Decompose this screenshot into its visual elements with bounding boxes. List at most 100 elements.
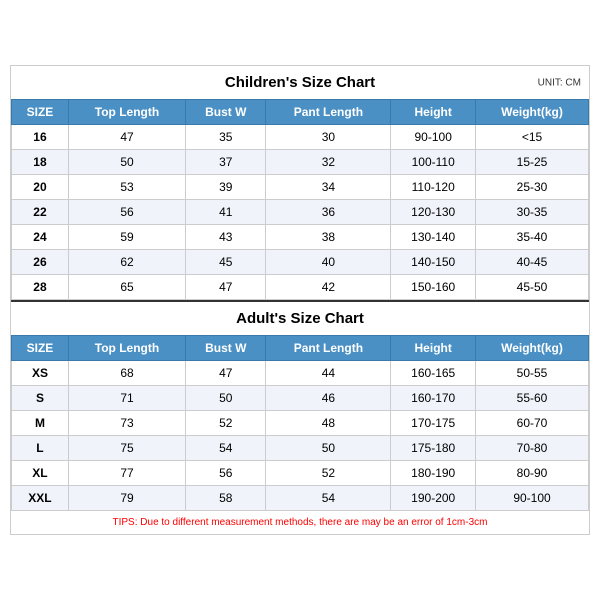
- table-cell: 28: [12, 275, 69, 300]
- table-row: XXL795854190-20090-100: [12, 486, 589, 511]
- table-cell: 73: [68, 411, 185, 436]
- col-header-bustw-adult: Bust W: [186, 336, 266, 361]
- table-cell: XS: [12, 361, 69, 386]
- col-header-bustw-children: Bust W: [186, 100, 266, 125]
- table-cell: 170-175: [391, 411, 476, 436]
- table-row: 26624540140-15040-45: [12, 250, 589, 275]
- table-cell: <15: [476, 125, 589, 150]
- table-cell: 30: [266, 125, 391, 150]
- unit-label: UNIT: CM: [538, 77, 581, 88]
- col-header-weight-children: Weight(kg): [476, 100, 589, 125]
- table-cell: 18: [12, 150, 69, 175]
- table-cell: 60-70: [476, 411, 589, 436]
- table-cell: 70-80: [476, 436, 589, 461]
- table-cell: L: [12, 436, 69, 461]
- table-row: 20533934110-12025-30: [12, 175, 589, 200]
- table-cell: 50: [186, 386, 266, 411]
- table-cell: XXL: [12, 486, 69, 511]
- adult-title-text: Adult's Size Chart: [236, 310, 364, 327]
- table-cell: 44: [266, 361, 391, 386]
- adult-section-title: Adult's Size Chart: [11, 300, 589, 335]
- table-cell: 50: [266, 436, 391, 461]
- table-cell: 54: [266, 486, 391, 511]
- table-row: XS684744160-16550-55: [12, 361, 589, 386]
- col-header-weight-adult: Weight(kg): [476, 336, 589, 361]
- table-cell: 34: [266, 175, 391, 200]
- table-cell: 48: [266, 411, 391, 436]
- table-cell: 68: [68, 361, 185, 386]
- table-cell: 26: [12, 250, 69, 275]
- table-cell: 52: [186, 411, 266, 436]
- table-cell: 38: [266, 225, 391, 250]
- table-cell: 47: [186, 361, 266, 386]
- table-cell: 180-190: [391, 461, 476, 486]
- table-cell: 36: [266, 200, 391, 225]
- table-row: L755450175-18070-80: [12, 436, 589, 461]
- table-cell: 120-130: [391, 200, 476, 225]
- table-cell: 45-50: [476, 275, 589, 300]
- table-cell: 46: [266, 386, 391, 411]
- col-header-height-children: Height: [391, 100, 476, 125]
- table-row: 28654742150-16045-50: [12, 275, 589, 300]
- table-cell: 40-45: [476, 250, 589, 275]
- col-header-height-adult: Height: [391, 336, 476, 361]
- table-cell: 20: [12, 175, 69, 200]
- table-cell: 16: [12, 125, 69, 150]
- table-cell: 59: [68, 225, 185, 250]
- table-cell: 22: [12, 200, 69, 225]
- col-header-toplength-children: Top Length: [68, 100, 185, 125]
- table-cell: 42: [266, 275, 391, 300]
- table-cell: 54: [186, 436, 266, 461]
- table-cell: 79: [68, 486, 185, 511]
- table-cell: 39: [186, 175, 266, 200]
- table-cell: 56: [186, 461, 266, 486]
- table-cell: 35: [186, 125, 266, 150]
- table-cell: 150-160: [391, 275, 476, 300]
- table-cell: 45: [186, 250, 266, 275]
- table-cell: 90-100: [391, 125, 476, 150]
- table-cell: 53: [68, 175, 185, 200]
- table-row: 18503732100-11015-25: [12, 150, 589, 175]
- table-cell: 25-30: [476, 175, 589, 200]
- table-cell: 50: [68, 150, 185, 175]
- children-header-row: SIZE Top Length Bust W Pant Length Heigh…: [12, 100, 589, 125]
- table-cell: 75: [68, 436, 185, 461]
- table-cell: 30-35: [476, 200, 589, 225]
- size-chart-container: Children's Size Chart UNIT: CM SIZE Top …: [10, 65, 590, 535]
- table-cell: 140-150: [391, 250, 476, 275]
- table-cell: 160-170: [391, 386, 476, 411]
- table-cell: 160-165: [391, 361, 476, 386]
- adult-header-row: SIZE Top Length Bust W Pant Length Heigh…: [12, 336, 589, 361]
- table-cell: 90-100: [476, 486, 589, 511]
- table-cell: 175-180: [391, 436, 476, 461]
- children-title-text: Children's Size Chart: [225, 74, 375, 91]
- table-row: 24594338130-14035-40: [12, 225, 589, 250]
- table-cell: 43: [186, 225, 266, 250]
- table-cell: M: [12, 411, 69, 436]
- table-cell: 50-55: [476, 361, 589, 386]
- table-cell: 41: [186, 200, 266, 225]
- table-row: S715046160-17055-60: [12, 386, 589, 411]
- children-section-title: Children's Size Chart UNIT: CM: [11, 66, 589, 99]
- table-cell: 56: [68, 200, 185, 225]
- table-cell: 35-40: [476, 225, 589, 250]
- table-row: XL775652180-19080-90: [12, 461, 589, 486]
- table-cell: 130-140: [391, 225, 476, 250]
- table-cell: 37: [186, 150, 266, 175]
- col-header-pantlength-adult: Pant Length: [266, 336, 391, 361]
- table-cell: XL: [12, 461, 69, 486]
- adult-size-table: SIZE Top Length Bust W Pant Length Heigh…: [11, 335, 589, 511]
- table-cell: 110-120: [391, 175, 476, 200]
- table-cell: 65: [68, 275, 185, 300]
- table-cell: S: [12, 386, 69, 411]
- table-row: 22564136120-13030-35: [12, 200, 589, 225]
- table-row: 1647353090-100<15: [12, 125, 589, 150]
- table-cell: 40: [266, 250, 391, 275]
- table-cell: 58: [186, 486, 266, 511]
- table-cell: 62: [68, 250, 185, 275]
- tips-text: TIPS: Due to different measurement metho…: [11, 511, 589, 534]
- table-cell: 80-90: [476, 461, 589, 486]
- table-cell: 71: [68, 386, 185, 411]
- col-header-pantlength-children: Pant Length: [266, 100, 391, 125]
- children-size-table: SIZE Top Length Bust W Pant Length Heigh…: [11, 99, 589, 300]
